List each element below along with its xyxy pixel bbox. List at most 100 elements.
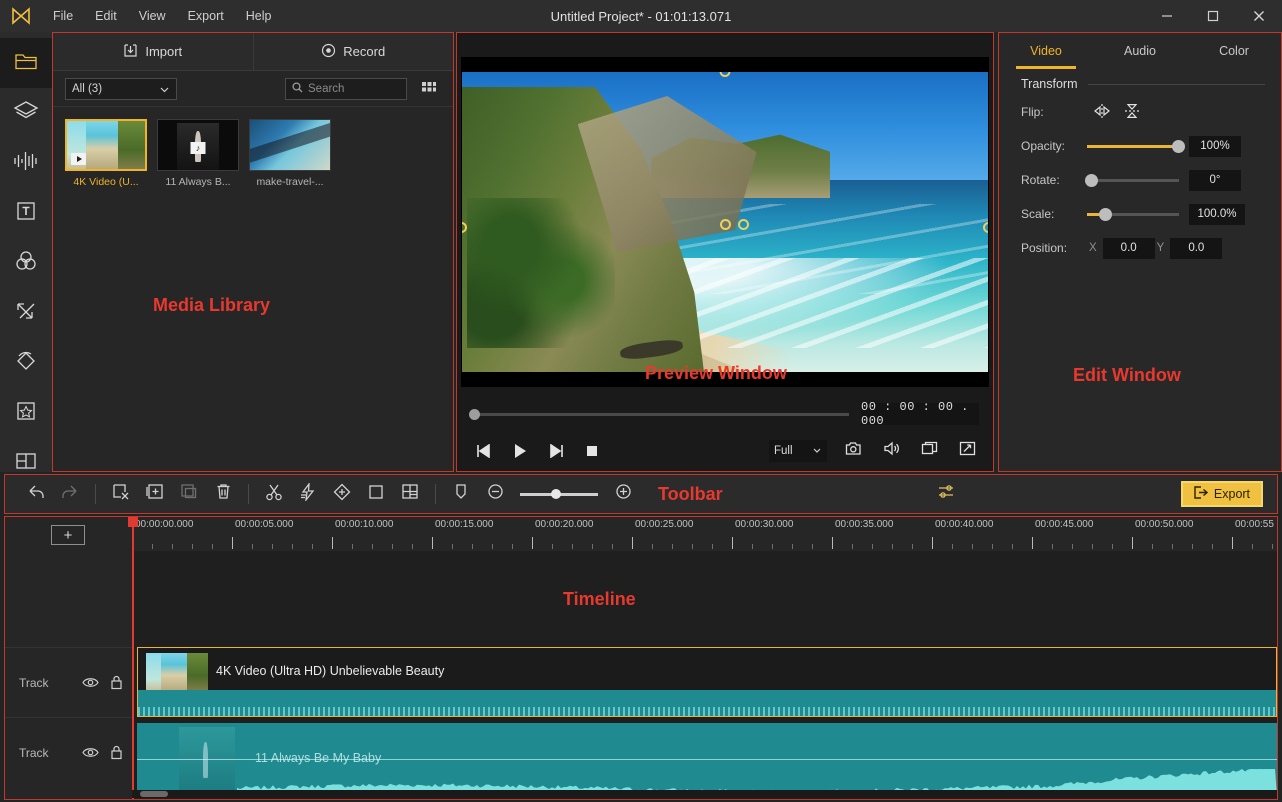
redo-button[interactable] xyxy=(53,479,87,509)
undo-button[interactable] xyxy=(19,479,53,509)
timeline-zoom-slider[interactable] xyxy=(520,488,598,499)
sidebar-item-transitions[interactable] xyxy=(0,288,52,338)
camera-icon xyxy=(845,441,862,461)
anchor-point-icon[interactable] xyxy=(719,219,731,230)
track-header-audio: Track xyxy=(5,717,132,787)
tab-color[interactable]: Color xyxy=(1187,33,1281,69)
position-label: Position: xyxy=(1021,241,1068,255)
empty-track-band[interactable] xyxy=(132,551,1277,647)
minimize-button[interactable] xyxy=(1144,0,1190,32)
lock-icon[interactable] xyxy=(103,672,129,694)
lightning-icon xyxy=(299,481,317,506)
fullscreen-button[interactable] xyxy=(955,440,979,462)
rotate-value[interactable]: 0° xyxy=(1189,169,1241,191)
keyframe-button[interactable] xyxy=(325,479,359,509)
eye-icon[interactable] xyxy=(77,672,103,694)
zoom-in-button[interactable] xyxy=(606,479,640,509)
flip-vertical-button[interactable] xyxy=(1117,100,1147,124)
export-button[interactable]: Export xyxy=(1180,481,1263,507)
menu-bar: File Edit View Export Help xyxy=(42,5,282,27)
rotate-slider[interactable] xyxy=(1085,173,1179,187)
tab-video[interactable]: Video xyxy=(999,33,1093,69)
menu-export[interactable]: Export xyxy=(177,5,235,27)
prev-frame-button[interactable] xyxy=(473,440,495,462)
menu-help[interactable]: Help xyxy=(235,5,283,27)
timeline-horizontal-scrollbar[interactable] xyxy=(132,790,1277,798)
lock-icon[interactable] xyxy=(103,742,129,764)
transform-handle-right[interactable] xyxy=(983,222,988,233)
position-x-field[interactable]: 0.0 xyxy=(1102,237,1155,259)
sidebar-item-titles[interactable] xyxy=(0,188,52,238)
sidebar-item-elements[interactable] xyxy=(0,338,52,388)
close-button[interactable] xyxy=(1236,0,1282,32)
volume-button[interactable] xyxy=(879,440,903,462)
transform-section-title: Transform xyxy=(1021,77,1078,91)
eye-icon[interactable] xyxy=(77,742,103,764)
splitscreen-button[interactable] xyxy=(393,479,427,509)
next-frame-button[interactable] xyxy=(545,440,567,462)
toolbar-settings-button[interactable] xyxy=(930,480,964,508)
snapshot-button[interactable] xyxy=(841,440,865,462)
search-input[interactable]: Search xyxy=(285,77,407,100)
zoom-out-circle-icon xyxy=(487,483,504,505)
cut-clip-button[interactable] xyxy=(104,479,138,509)
playhead-handle[interactable] xyxy=(128,517,138,527)
scrollbar-thumb[interactable] xyxy=(140,791,168,797)
playhead[interactable] xyxy=(128,517,138,799)
split-button[interactable] xyxy=(257,479,291,509)
media-item-video[interactable]: 4K Video (U... xyxy=(65,119,147,188)
flip-row: Flip: xyxy=(999,95,1281,129)
media-item-travel[interactable]: make-travel-... xyxy=(249,119,331,188)
menu-view[interactable]: View xyxy=(128,5,177,27)
seek-slider[interactable] xyxy=(469,408,849,420)
zoom-out-button[interactable] xyxy=(478,479,512,509)
copy-clip-button[interactable] xyxy=(172,479,206,509)
seek-handle[interactable] xyxy=(469,408,480,420)
position-row: Position: X 0.0 Y 0.0 xyxy=(999,231,1281,265)
tab-import[interactable]: Import xyxy=(53,33,253,71)
add-track-button[interactable]: + xyxy=(51,525,85,545)
tab-record[interactable]: Record xyxy=(252,33,453,71)
opacity-row: Opacity: 100% xyxy=(999,129,1281,163)
scale-slider[interactable] xyxy=(1087,207,1179,221)
scissors-icon xyxy=(265,483,283,506)
add-clip-button[interactable] xyxy=(138,479,172,509)
preview-seek-row: 00 : 00 : 00 . 000 xyxy=(457,397,995,431)
marker-button[interactable] xyxy=(444,479,478,509)
maximize-button[interactable] xyxy=(1190,0,1236,32)
quality-dropdown[interactable]: Full xyxy=(769,440,827,462)
sidebar-item-favorites[interactable] xyxy=(0,388,52,438)
flip-horizontal-button[interactable] xyxy=(1087,100,1117,124)
menu-edit[interactable]: Edit xyxy=(84,5,128,27)
opacity-value[interactable]: 100% xyxy=(1189,135,1241,157)
sidebar-item-media[interactable] xyxy=(0,38,52,88)
position-y-field[interactable]: 0.0 xyxy=(1170,237,1223,259)
timeline-clip-video[interactable]: 4K Video (Ultra HD) Unbelievable Beauty xyxy=(137,647,1277,717)
opacity-slider[interactable] xyxy=(1087,139,1185,153)
menu-file[interactable]: File xyxy=(42,5,84,27)
timeline-ruler[interactable]: 00:00:00.000 00:00:05.000 00:00:10.000 0… xyxy=(132,517,1277,551)
play-button[interactable] xyxy=(509,440,531,462)
ruler-tick-label: 00:00:55 xyxy=(1235,519,1274,530)
video-frame[interactable] xyxy=(462,72,988,372)
pip-button[interactable] xyxy=(917,440,941,462)
sidebar-item-effects[interactable] xyxy=(0,88,52,138)
sidebar-item-filters[interactable] xyxy=(0,238,52,288)
sidebar-item-audio[interactable] xyxy=(0,138,52,188)
opacity-label: Opacity: xyxy=(1021,139,1066,153)
stop-button[interactable] xyxy=(581,440,603,462)
grid-view-icon[interactable] xyxy=(417,77,441,101)
media-filter-dropdown[interactable]: All (3) xyxy=(65,77,177,100)
tab-audio[interactable]: Audio xyxy=(1093,33,1187,69)
delete-clip-button[interactable] xyxy=(206,479,240,509)
zoom-slider-knob[interactable] xyxy=(551,488,562,499)
timeline-clip-audio[interactable]: 11 Always Be My Baby xyxy=(137,723,1277,797)
speed-button[interactable] xyxy=(291,479,325,509)
music-badge-icon: ♪ xyxy=(190,142,206,154)
clip-thumbnail xyxy=(179,727,235,793)
scale-value[interactable]: 100.0% xyxy=(1189,203,1245,225)
redo-arrow-icon xyxy=(61,484,79,505)
crop-button[interactable] xyxy=(359,479,393,509)
transform-handle-bottom[interactable] xyxy=(719,367,731,372)
media-item-music[interactable]: ♪ 11 Always B... xyxy=(157,119,239,188)
